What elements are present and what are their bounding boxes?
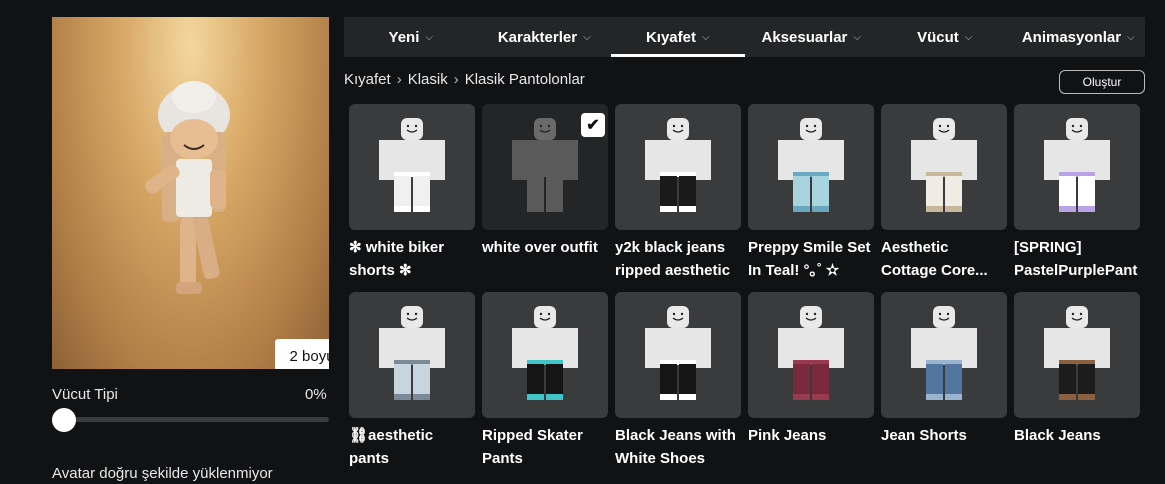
chevron-right-icon: ›	[453, 71, 459, 88]
item-thumbnail	[748, 104, 874, 230]
tab-label: Aksesuarlar	[761, 28, 848, 46]
tab-label: Yeni	[388, 28, 420, 46]
item-title: [SPRING] PastelPurplePant	[1014, 239, 1138, 279]
chevron-right-icon: ›	[396, 71, 402, 88]
item-title: white over outfit	[482, 239, 598, 256]
outfit-figure	[1044, 118, 1110, 212]
item-thumbnail	[349, 292, 475, 418]
item-card[interactable]: Black Jeans with White Shoes	[615, 292, 741, 480]
body-type-slider-thumb[interactable]	[52, 408, 76, 432]
breadcrumb-item: Klasik Pantolonlar	[464, 71, 585, 88]
item-title: Jean Shorts	[881, 427, 967, 444]
item-card[interactable]: Black Jeans	[1014, 292, 1140, 480]
avatar-figure	[145, 81, 230, 294]
item-title: ⛓aesthetic pants	[349, 427, 434, 467]
outfit-figure	[911, 118, 977, 212]
item-title: y2k black jeans ripped aesthetic	[615, 239, 731, 279]
chevron-down-icon: ⌵	[701, 31, 710, 43]
item-card[interactable]: ⛓aesthetic pants	[349, 292, 475, 480]
item-card[interactable]: ✔ white over outfit	[482, 104, 608, 292]
outfit-figure	[778, 118, 844, 212]
item-title: Ripped Skater Pants	[482, 427, 583, 467]
outfit-figure	[645, 306, 711, 400]
tab-label: Kıyafet	[645, 28, 696, 46]
item-card[interactable]: y2k black jeans ripped aesthetic	[615, 104, 741, 292]
item-title: Pink Jeans	[748, 427, 827, 444]
outfit-figure	[911, 306, 977, 400]
avatar-load-warning: Avatar doğru şekilde yüklenmiyor	[52, 465, 273, 482]
item-card[interactable]: Ripped Skater Pants	[482, 292, 608, 480]
item-grid: ✻ white biker shorts ✻ ✔ white over outfit…	[349, 104, 1140, 480]
outfit-figure	[778, 306, 844, 400]
item-title: Black Jeans	[1014, 427, 1101, 444]
item-thumbnail	[1014, 292, 1140, 418]
tab-label: Karakterler	[497, 28, 578, 46]
item-title: Aesthetic Cottage Core...	[881, 239, 988, 279]
tab-vucut[interactable]: Vücut ⌵	[878, 17, 1012, 57]
item-thumbnail	[748, 292, 874, 418]
chevron-down-icon: ⌵	[853, 31, 861, 43]
avatar-preview: 2 boyutlu	[52, 17, 329, 369]
item-thumbnail	[615, 104, 741, 230]
breadcrumb-item[interactable]: Kıyafet	[344, 71, 391, 88]
outfit-figure	[379, 306, 445, 400]
tab-label: Animasyonlar	[1021, 28, 1122, 46]
item-card[interactable]: ✻ white biker shorts ✻	[349, 104, 475, 292]
outfit-figure	[1044, 306, 1110, 400]
item-card[interactable]: Aesthetic Cottage Core...	[881, 104, 1007, 292]
outfit-figure	[512, 118, 578, 212]
category-tabs: Yeni ⌵ Karakterler ⌵ Kıyafet ⌵ Aksesuarlar ⌵…	[344, 17, 1145, 57]
tab-karakterler[interactable]: Karakterler ⌵	[478, 17, 612, 57]
item-thumbnail	[881, 292, 1007, 418]
item-card[interactable]: Jean Shorts	[881, 292, 1007, 480]
breadcrumb: Kıyafet › Klasik › Klasik Pantolonlar	[344, 71, 585, 88]
chevron-down-icon: ⌵	[583, 31, 591, 43]
item-thumbnail	[349, 104, 475, 230]
tab-aksesuarlar[interactable]: Aksesuarlar ⌵	[745, 17, 879, 57]
outfit-figure	[512, 306, 578, 400]
checkmark-icon: ✔	[581, 113, 605, 137]
outfit-figure	[379, 118, 445, 212]
chevron-down-icon: ⌵	[425, 31, 433, 43]
body-type-label: Vücut Tipi	[52, 386, 118, 403]
outfit-figure	[645, 118, 711, 212]
chevron-down-icon: ⌵	[964, 31, 973, 43]
chevron-down-icon: ⌵	[1127, 31, 1135, 43]
tab-label: Vücut	[917, 28, 959, 46]
body-type-value: 0%	[305, 386, 327, 403]
item-thumbnail	[615, 292, 741, 418]
item-card[interactable]: Preppy Smile Set In Teal! °｡˚ ✫	[748, 104, 874, 292]
item-thumbnail	[482, 292, 608, 418]
item-thumbnail	[1014, 104, 1140, 230]
2d-view-button[interactable]: 2 boyutlu	[275, 339, 329, 369]
item-title: Black Jeans with White Shoes	[615, 427, 736, 467]
item-title: ✻ white biker shorts ✻	[349, 239, 445, 279]
item-thumbnail	[881, 104, 1007, 230]
breadcrumb-item[interactable]: Klasik	[408, 71, 448, 88]
create-button[interactable]: Oluştur	[1059, 70, 1145, 94]
item-title: Preppy Smile Set In Teal! °｡˚ ✫	[748, 239, 871, 279]
tab-animasyonlar[interactable]: Animasyonlar ⌵	[1012, 17, 1146, 57]
tab-yeni[interactable]: Yeni ⌵	[344, 17, 478, 57]
item-card[interactable]: Pink Jeans	[748, 292, 874, 480]
item-thumbnail: ✔	[482, 104, 608, 230]
body-type-slider-track[interactable]	[52, 417, 329, 422]
item-card[interactable]: [SPRING] PastelPurplePant	[1014, 104, 1140, 292]
tab-kiyafet[interactable]: Kıyafet ⌵	[611, 17, 745, 57]
